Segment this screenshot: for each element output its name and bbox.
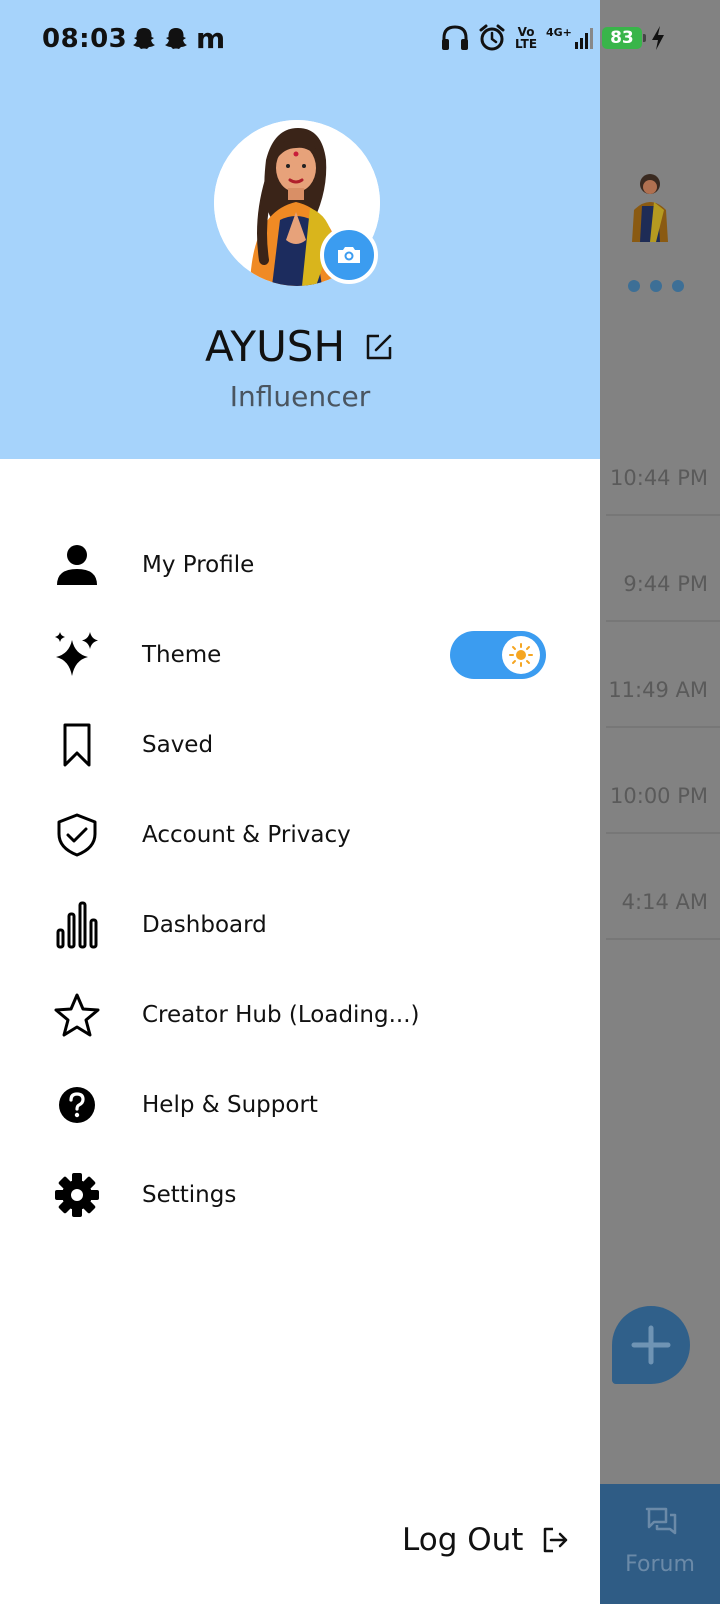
- menu-item-label: Theme: [142, 642, 222, 668]
- background-time: 9:44 PM: [623, 572, 708, 596]
- bar-chart-icon: [52, 900, 102, 950]
- background-avatar: [620, 170, 680, 250]
- navigation-drawer: AYUSH Influencer My Profile Theme Saved …: [0, 0, 600, 1604]
- divider: [606, 938, 720, 940]
- charging-icon: [651, 26, 664, 50]
- background-time: 4:14 AM: [621, 890, 708, 914]
- battery-indicator: 83: [601, 27, 646, 49]
- logout-button[interactable]: Log Out: [402, 1522, 569, 1558]
- system-icons: Vo LTE 4G+ 83: [440, 24, 666, 52]
- divider: [606, 726, 720, 728]
- help-circle-icon: [52, 1080, 102, 1130]
- menu-item-label: Settings: [142, 1182, 237, 1208]
- theme-toggle[interactable]: [450, 631, 546, 679]
- status-time: 08:03: [42, 24, 128, 54]
- star-icon: [52, 990, 102, 1040]
- logout-icon: [544, 1527, 568, 1553]
- menu-item-my-profile[interactable]: My Profile: [0, 520, 600, 610]
- background-time: 11:49 AM: [608, 678, 708, 702]
- m-icon: m: [196, 22, 226, 55]
- divider: [606, 620, 720, 622]
- logout-label: Log Out: [402, 1522, 524, 1558]
- signal-icon: [574, 28, 593, 49]
- menu-item-saved[interactable]: Saved: [0, 700, 600, 790]
- network-type: 4G+: [546, 26, 572, 39]
- sparkle-icon: [52, 630, 102, 680]
- signal-strength: 4G+: [546, 26, 594, 50]
- menu-item-account-privacy[interactable]: Account & Privacy: [0, 790, 600, 880]
- edit-icon[interactable]: [363, 331, 395, 363]
- menu-item-label: Saved: [142, 732, 214, 758]
- gear-icon: [52, 1170, 102, 1220]
- new-post-fab: [612, 1306, 690, 1384]
- menu-item-dashboard[interactable]: Dashboard: [0, 880, 600, 970]
- divider: [606, 832, 720, 834]
- bottom-nav-label: Forum: [625, 1552, 695, 1577]
- profile-name: AYUSH: [204, 322, 346, 371]
- snapchat-icon: [165, 28, 187, 49]
- snapchat-icon: [133, 28, 155, 49]
- profile-avatar-container: [214, 120, 380, 286]
- background-time: 10:00 PM: [610, 784, 708, 808]
- background-time: 10:44 PM: [610, 466, 708, 490]
- toggle-knob: [502, 636, 540, 674]
- menu-item-label: My Profile: [142, 552, 255, 578]
- change-photo-button[interactable]: [320, 226, 378, 284]
- shield-check-icon: [52, 810, 102, 860]
- menu-item-label: Creator Hub (Loading...): [142, 1002, 420, 1028]
- menu-item-creator-hub[interactable]: Creator Hub (Loading...): [0, 970, 600, 1060]
- menu-item-help-support[interactable]: Help & Support: [0, 1060, 600, 1150]
- person-icon: [52, 540, 102, 590]
- plus-icon: [631, 1325, 671, 1365]
- menu-item-label: Dashboard: [142, 912, 267, 938]
- alarm-icon: [479, 24, 505, 51]
- profile-name-row: AYUSH: [0, 322, 600, 371]
- volte-indicator: Vo LTE: [514, 25, 538, 51]
- sun-icon: [509, 643, 533, 667]
- profile-role: Influencer: [229, 380, 371, 413]
- bookmark-icon: [52, 720, 102, 770]
- headphones-icon: [442, 25, 468, 50]
- forum-icon: [645, 1507, 677, 1535]
- menu-item-label: Help & Support: [142, 1092, 318, 1118]
- status-bar: 08:03 m Vo LTE 4G+ 83: [0, 0, 720, 84]
- menu-item-label: Account & Privacy: [142, 822, 351, 848]
- menu-item-settings[interactable]: Settings: [0, 1150, 600, 1240]
- notification-icons: m: [132, 22, 226, 55]
- divider: [606, 514, 720, 516]
- background-dots: [628, 280, 684, 292]
- camera-icon: [338, 247, 360, 263]
- bottom-nav-forum: Forum: [600, 1484, 720, 1604]
